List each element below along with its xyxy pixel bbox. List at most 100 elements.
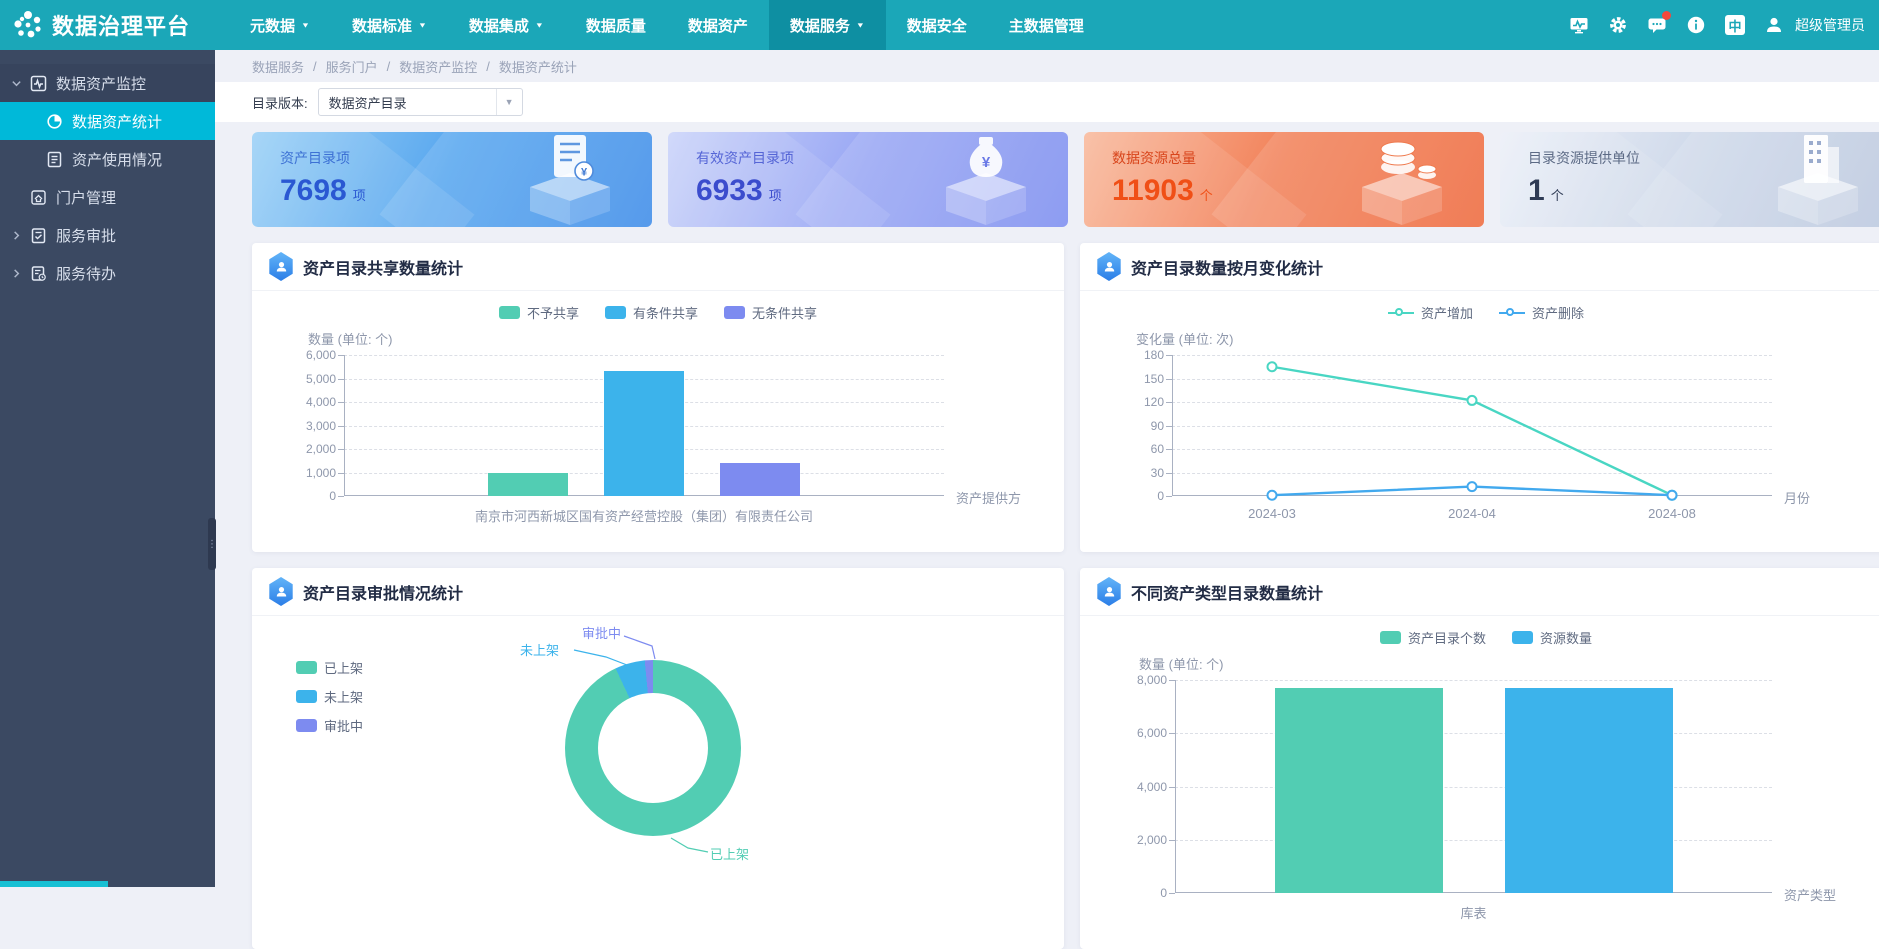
sidebar-item-portal-management[interactable]: 门户管理 bbox=[0, 178, 215, 216]
assistant-badge-icon bbox=[1096, 577, 1122, 606]
line-series bbox=[1172, 355, 1772, 496]
stat-cards: 资产目录项 7698项 ¥ 有效资产目录项 6933项 bbox=[215, 122, 1879, 227]
nav-data-standard[interactable]: 数据标准▼ bbox=[331, 0, 448, 50]
axis-tick-label: 2,000 bbox=[280, 442, 336, 456]
axis-tick bbox=[1166, 426, 1172, 427]
user-avatar-icon[interactable] bbox=[1763, 14, 1785, 36]
x-category-label: 2024-08 bbox=[1612, 506, 1732, 521]
bar-不予共享 bbox=[488, 473, 568, 497]
axis-tick bbox=[338, 496, 344, 497]
messages-icon[interactable] bbox=[1646, 14, 1668, 36]
legend-line-marker bbox=[1388, 306, 1414, 319]
sidebar-bottom-accent bbox=[0, 881, 108, 887]
panel-title: 资产目录共享数量统计 bbox=[303, 255, 463, 279]
axis-tick bbox=[1166, 402, 1172, 403]
asset-type-bar-chart: 资产目录个数资源数量数量 (单位: 个)02,0004,0006,0008,00… bbox=[1080, 616, 1879, 949]
monthly-change-line-chart: 资产增加资产删除变化量 (单位: 次)0306090120150180月份202… bbox=[1080, 291, 1879, 552]
nav-metadata[interactable]: 元数据▼ bbox=[229, 0, 331, 50]
sidebar-item-asset-statistics[interactable]: 数据资产统计 bbox=[0, 102, 215, 140]
axis-tick-label: 180 bbox=[1108, 348, 1164, 362]
panel-title: 不同资产类型目录数量统计 bbox=[1131, 580, 1323, 604]
sidebar-item-asset-monitor[interactable]: 数据资产监控 bbox=[0, 64, 215, 102]
info-icon[interactable] bbox=[1685, 14, 1707, 36]
axis-tick-label: 8,000 bbox=[1111, 673, 1167, 687]
stat-unit: 个 bbox=[1551, 188, 1564, 203]
chevron-down-icon bbox=[11, 77, 23, 89]
stat-unit: 个 bbox=[1200, 188, 1213, 203]
sidebar-item-service-approval[interactable]: 服务审批 bbox=[0, 216, 215, 254]
sidebar-resize-handle[interactable]: ⋮ bbox=[208, 518, 216, 570]
app-logo[interactable]: 数据治理平台 bbox=[0, 7, 215, 43]
assistant-badge-icon bbox=[268, 252, 294, 281]
pie-slice-label: 未上架 bbox=[520, 640, 559, 659]
chevron-down-icon: ▼ bbox=[301, 21, 310, 29]
topbar: 数据治理平台 元数据▼ 数据标准▼ 数据集成▼ 数据质量 数据资产 数据服务▼ … bbox=[0, 0, 1879, 50]
nav-master-data[interactable]: 主数据管理 bbox=[988, 0, 1105, 50]
legend-item[interactable]: 无条件共享 bbox=[724, 303, 817, 322]
chevron-down-icon: ▼ bbox=[535, 21, 544, 29]
legend-item[interactable]: 资产目录个数 bbox=[1380, 628, 1486, 647]
legend-item[interactable]: 资源数量 bbox=[1512, 628, 1592, 647]
catalog-version-select[interactable]: 数据资产目录 ▼ bbox=[318, 88, 523, 116]
current-username[interactable]: 超级管理员 bbox=[1795, 15, 1865, 35]
breadcrumb-item[interactable]: 服务门户 bbox=[326, 57, 378, 76]
axis-tick bbox=[338, 355, 344, 356]
legend-item[interactable]: 有条件共享 bbox=[605, 303, 698, 322]
breadcrumb-item[interactable]: 数据服务 bbox=[252, 57, 304, 76]
nav-data-integration[interactable]: 数据集成▼ bbox=[448, 0, 565, 50]
plot-area bbox=[1172, 355, 1772, 496]
pie-callout-leaders bbox=[252, 616, 1064, 949]
chevron-right-icon bbox=[11, 229, 23, 241]
legend-item[interactable]: 不予共享 bbox=[499, 303, 579, 322]
nav-data-service[interactable]: 数据服务▼ bbox=[769, 0, 886, 50]
legend-swatch bbox=[1380, 631, 1401, 644]
axis-tick-label: 4,000 bbox=[1111, 780, 1167, 794]
sidebar-item-asset-usage[interactable]: 资产使用情况 bbox=[0, 140, 215, 178]
nav-data-security[interactable]: 数据安全 bbox=[886, 0, 988, 50]
y-axis-line bbox=[1175, 680, 1176, 893]
home-icon bbox=[30, 189, 47, 206]
axis-tick-label: 2,000 bbox=[1111, 833, 1167, 847]
axis-tick bbox=[1166, 449, 1172, 450]
gridline bbox=[1175, 733, 1772, 734]
axis-tick-label: 4,000 bbox=[280, 395, 336, 409]
bar-资产目录个数 bbox=[1275, 688, 1443, 893]
share-count-bar-chart: 不予共享有条件共享无条件共享数量 (单位: 个)01,0002,0003,000… bbox=[252, 291, 1064, 552]
legend-item[interactable]: 资产删除 bbox=[1499, 303, 1584, 322]
legend-item[interactable]: 资产增加 bbox=[1388, 303, 1473, 322]
axis-tick bbox=[1169, 680, 1175, 681]
axis-tick-label: 120 bbox=[1108, 395, 1164, 409]
axis-tick-label: 3,000 bbox=[280, 419, 336, 433]
chevron-down-icon: ▼ bbox=[418, 21, 427, 29]
bar-无条件共享 bbox=[720, 463, 800, 496]
breadcrumb-separator: / bbox=[387, 59, 391, 74]
x-category-label: 2024-03 bbox=[1212, 506, 1332, 521]
app-title: 数据治理平台 bbox=[52, 9, 190, 41]
gear-icon[interactable] bbox=[1607, 14, 1629, 36]
pie-slice-label: 已上架 bbox=[710, 844, 749, 863]
axis-tick bbox=[1166, 355, 1172, 356]
breadcrumb-item[interactable]: 数据资产监控 bbox=[399, 57, 477, 76]
monitor-icon[interactable] bbox=[1568, 14, 1590, 36]
document-icon bbox=[46, 151, 63, 168]
axis-tick bbox=[338, 426, 344, 427]
legend-swatch bbox=[724, 306, 745, 319]
breadcrumb-item[interactable]: 数据资产统计 bbox=[499, 57, 577, 76]
breadcrumb-separator: / bbox=[313, 59, 317, 74]
nav-data-quality[interactable]: 数据质量 bbox=[565, 0, 667, 50]
axis-tick-label: 1,000 bbox=[280, 466, 336, 480]
x-axis-name: 资产类型 bbox=[1784, 885, 1836, 904]
nav-data-asset[interactable]: 数据资产 bbox=[667, 0, 769, 50]
axis-tick bbox=[338, 402, 344, 403]
plot-area bbox=[344, 355, 944, 496]
stat-value: 11903 bbox=[1112, 174, 1194, 207]
clipboard-clock-icon bbox=[30, 265, 47, 282]
language-icon[interactable]: 中 bbox=[1724, 14, 1746, 36]
sidebar-item-service-todo[interactable]: 服务待办 bbox=[0, 254, 215, 292]
stat-card-total-resources: 数据资源总量 11903个 bbox=[1084, 132, 1484, 227]
stat-unit: 项 bbox=[353, 188, 366, 203]
legend-swatch bbox=[1512, 631, 1533, 644]
axis-tick bbox=[1169, 840, 1175, 841]
axis-tick-label: 30 bbox=[1108, 466, 1164, 480]
axis-tick bbox=[1169, 893, 1175, 894]
